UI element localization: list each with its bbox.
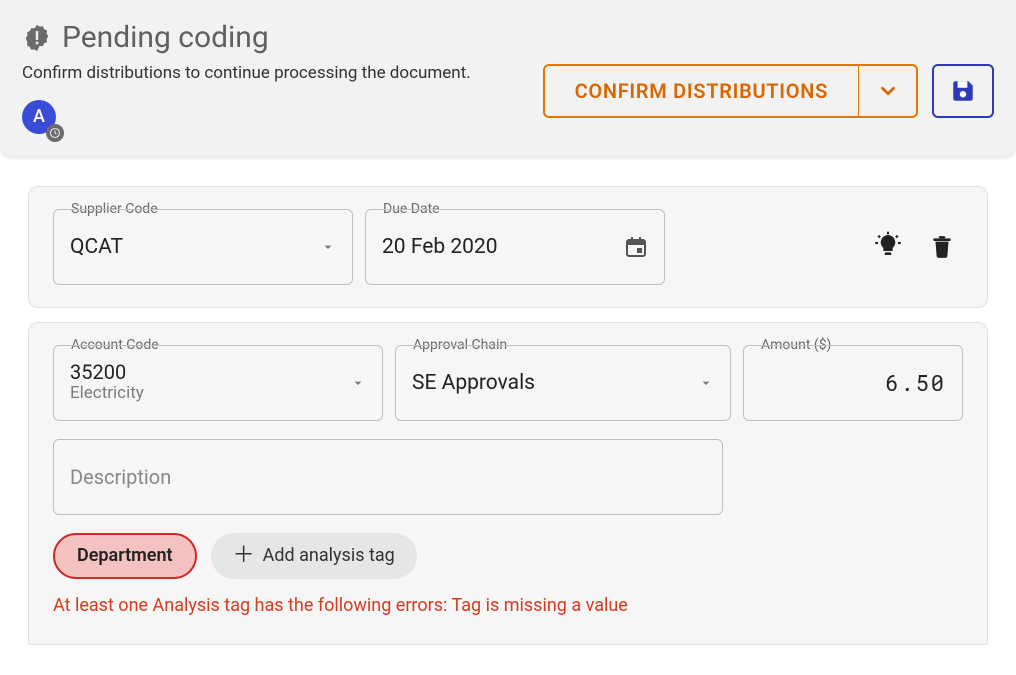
add-analysis-tag-label: Add analysis tag	[263, 545, 395, 566]
description-placeholder: Description	[70, 465, 171, 489]
trash-icon	[929, 234, 955, 260]
approval-chain-value: SE Approvals	[412, 371, 535, 395]
confirm-distributions-button[interactable]: CONFIRM DISTRIBUTIONS	[543, 64, 918, 118]
department-tag-label: Department	[77, 545, 173, 566]
confirm-distributions-label: CONFIRM DISTRIBUTIONS	[545, 66, 858, 116]
amount-value: 6.50	[885, 368, 946, 397]
content: Supplier Code QCAT Due Date 20 Feb 2020	[0, 156, 1016, 645]
description-field[interactable]: Description	[53, 439, 723, 515]
approval-chain-field[interactable]: Approval Chain SE Approvals	[395, 345, 731, 421]
alert-badge-icon	[22, 23, 52, 53]
header-card: Pending coding Confirm distributions to …	[0, 0, 1016, 156]
department-tag-chip[interactable]: Department	[53, 533, 197, 579]
due-date-value: 20 Feb 2020	[382, 235, 498, 259]
chevron-down-icon[interactable]	[858, 66, 916, 116]
save-button[interactable]	[932, 64, 994, 118]
analysis-tag-error: At least one Analysis tag has the follow…	[53, 595, 963, 616]
supplier-card: Supplier Code QCAT Due Date 20 Feb 2020	[28, 186, 988, 308]
plus-icon: ＋	[233, 545, 255, 567]
add-analysis-tag-button[interactable]: ＋ Add analysis tag	[211, 533, 417, 579]
supplier-code-field[interactable]: Supplier Code QCAT	[53, 209, 353, 285]
dropdown-caret-icon	[698, 375, 714, 391]
header-left: Pending coding Confirm distributions to …	[22, 20, 502, 138]
avatar-wrap: A	[22, 100, 60, 138]
clock-icon	[46, 124, 64, 142]
due-date-field[interactable]: Due Date 20 Feb 2020	[365, 209, 665, 285]
account-code-value: 35200	[70, 361, 144, 384]
dropdown-caret-icon	[320, 239, 336, 255]
page-subtitle: Confirm distributions to continue proces…	[22, 61, 502, 86]
supplier-code-value: QCAT	[70, 235, 123, 259]
suggestions-button[interactable]	[867, 226, 909, 268]
distribution-card: Account Code 35200 Electricity Approval …	[28, 322, 988, 645]
account-code-name: Electricity	[70, 384, 144, 404]
delete-button[interactable]	[921, 226, 963, 268]
account-code-field[interactable]: Account Code 35200 Electricity	[53, 345, 383, 421]
lightbulb-icon	[872, 231, 904, 263]
save-icon	[950, 78, 976, 104]
calendar-icon	[624, 235, 648, 259]
page-title: Pending coding	[62, 20, 269, 55]
amount-field[interactable]: Amount ($) 6.50	[743, 345, 963, 421]
dropdown-caret-icon	[350, 375, 366, 391]
